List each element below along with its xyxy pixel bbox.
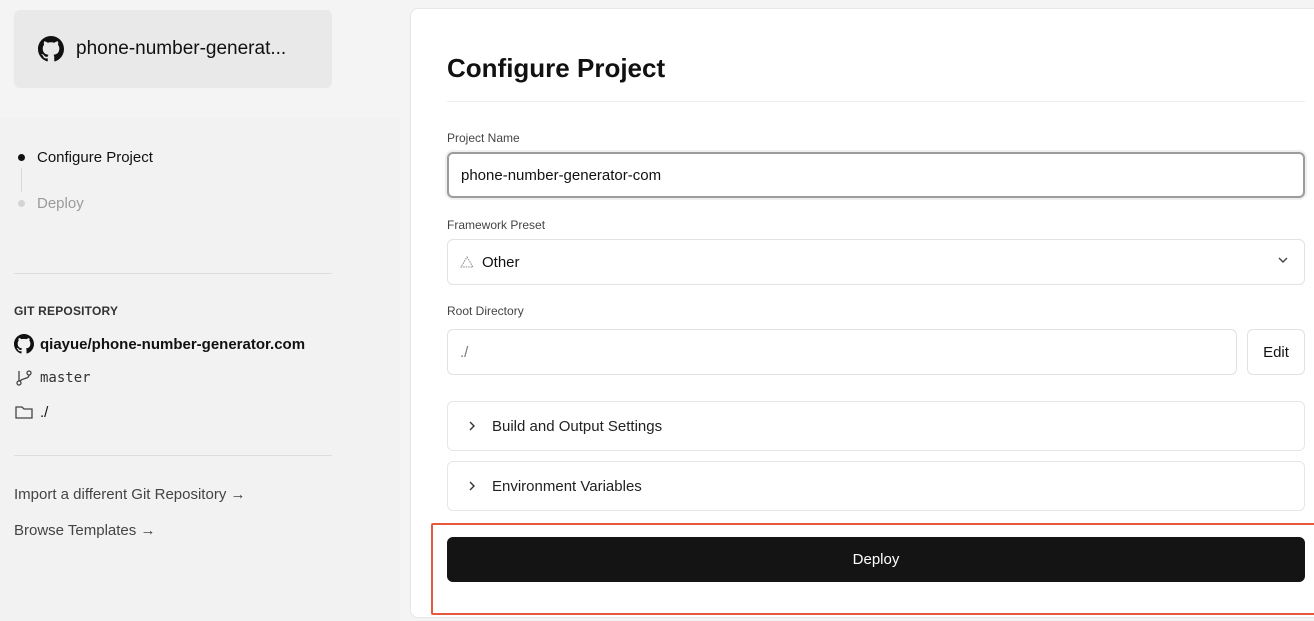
git-repo-link[interactable]: qiayue/phone-number-generator.com xyxy=(14,334,305,354)
step-connector xyxy=(21,168,22,192)
repo-card-name: phone-number-generat... xyxy=(76,38,287,59)
left-panel: Configure Project Deploy GIT REPOSITORY … xyxy=(0,118,400,621)
project-name-value: phone-number-generator-com xyxy=(461,166,662,184)
divider xyxy=(14,455,332,456)
git-repository-section: GIT REPOSITORY qiayue/phone-number-gener… xyxy=(14,304,305,422)
github-icon xyxy=(14,334,34,354)
step-label: Configure Project xyxy=(37,148,153,166)
import-repo-link[interactable]: Import a different Git Repository → xyxy=(14,486,245,506)
steps: Configure Project Deploy xyxy=(18,146,153,214)
page-title: Configure Project xyxy=(447,53,666,83)
step-label: Deploy xyxy=(37,194,84,212)
step-dot-inactive xyxy=(18,199,25,207)
env-variables-accordion[interactable]: Environment Variables xyxy=(447,461,1305,511)
git-branch-icon xyxy=(16,370,32,386)
git-branch-name: master xyxy=(40,370,91,386)
repo-card: phone-number-generat... xyxy=(14,10,332,88)
root-directory-input[interactable]: ./ xyxy=(447,329,1237,375)
divider xyxy=(14,273,332,274)
step-deploy: Deploy xyxy=(18,192,153,214)
root-directory-label: Root Directory xyxy=(447,304,524,318)
github-icon xyxy=(38,36,64,62)
project-name-input[interactable]: phone-number-generator-com xyxy=(447,152,1305,198)
framework-preset-value: Other xyxy=(482,253,520,271)
divider xyxy=(447,101,1305,102)
chevron-down-icon xyxy=(1278,257,1288,263)
edit-root-directory-button[interactable]: Edit xyxy=(1247,329,1305,375)
git-directory: ./ xyxy=(14,402,305,422)
left-sidebar: phone-number-generat... Configure Projec… xyxy=(0,0,400,621)
framework-preset-select[interactable]: Other xyxy=(447,239,1305,285)
browse-templates-link[interactable]: Browse Templates → xyxy=(14,522,245,542)
project-name-label: Project Name xyxy=(447,131,520,145)
sidebar-links: Import a different Git Repository → Brow… xyxy=(14,486,245,558)
deploy-button[interactable]: Deploy xyxy=(447,537,1305,582)
folder-icon xyxy=(15,406,33,419)
step-dot-active xyxy=(18,153,25,161)
step-configure-project: Configure Project xyxy=(18,146,153,168)
git-section-title: GIT REPOSITORY xyxy=(14,304,119,318)
configure-panel: Configure Project Project Name phone-num… xyxy=(410,8,1314,618)
build-settings-label: Build and Output Settings xyxy=(492,417,663,435)
chevron-right-icon xyxy=(469,421,475,431)
framework-preset-label: Framework Preset xyxy=(447,218,546,232)
build-settings-accordion[interactable]: Build and Output Settings xyxy=(447,401,1305,451)
env-variables-label: Environment Variables xyxy=(492,477,642,495)
root-directory-value: ./ xyxy=(460,343,469,361)
git-branch: master xyxy=(14,368,305,388)
git-repo-name: qiayue/phone-number-generator.com xyxy=(40,335,306,353)
chevron-right-icon xyxy=(469,481,475,491)
triangle-icon xyxy=(460,256,474,268)
git-directory-path: ./ xyxy=(40,403,49,421)
